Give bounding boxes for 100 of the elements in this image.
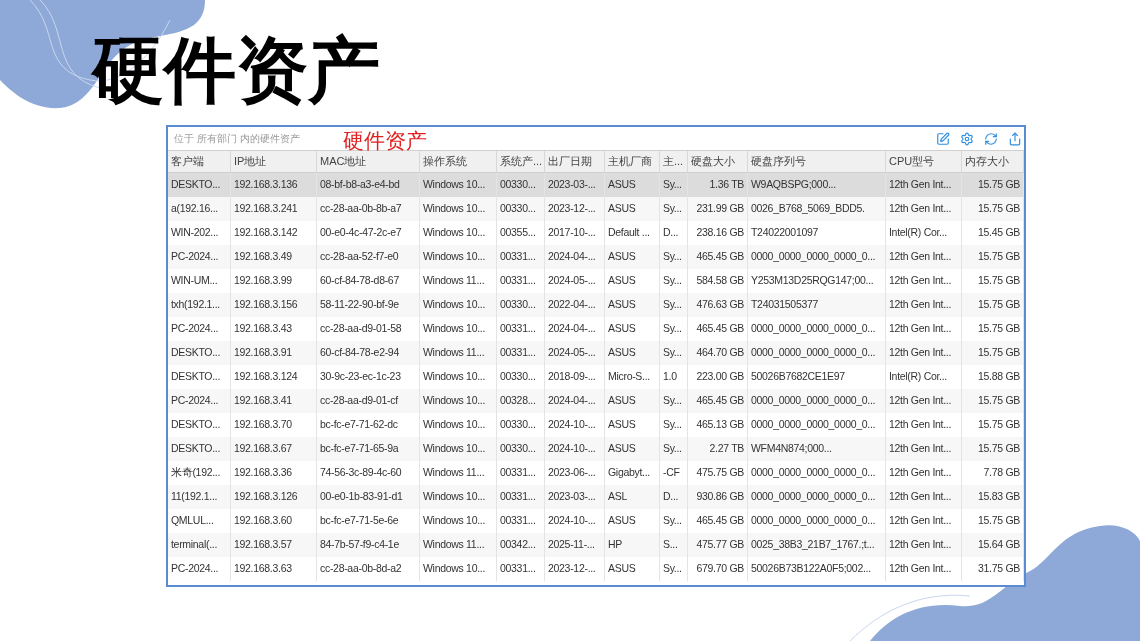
table-cell: Sy... <box>663 249 682 265</box>
column-header[interactable]: 系统产... <box>497 151 545 172</box>
table-cell: Sy... <box>663 345 682 361</box>
table-cell: 2023-06-... <box>548 465 596 481</box>
table-cell: 15.75 GB <box>978 345 1020 361</box>
column-header[interactable]: 客户端 <box>168 151 231 172</box>
column-header[interactable]: CPU型号 <box>886 151 962 172</box>
edit-icon[interactable] <box>936 131 950 146</box>
table-cell: 12th Gen Int... <box>889 441 952 457</box>
table-cell: 465.45 GB <box>696 321 744 337</box>
table-cell: 2023-03-... <box>548 177 596 193</box>
table-cell: 00330... <box>500 441 536 457</box>
table-row[interactable]: 米奇(192... 192.168.3.36 74-56-3c-89-4c-60 Windows 11... 00331... 2023-06-... Gigabyt... -CF 475.75 GB 0000_0000_0000_0000_0... 12th Gen Int... 7.78 GB <box>168 461 1024 485</box>
column-header[interactable]: 内存大小 <box>962 151 1024 172</box>
refresh-icon[interactable] <box>984 131 998 146</box>
table-row[interactable]: PC-2024... 192.168.3.41 cc-28-aa-d9-01-cf Windows 10... 00328... 2024-04-... ASUS Sy... 465.45 GB 0000_0000_0000_0000_0... 12th Gen Int... 15.75 GB <box>168 389 1024 413</box>
table-cell: 15.75 GB <box>978 513 1020 529</box>
share-icon[interactable] <box>1008 131 1022 146</box>
table-cell: 00331... <box>500 273 536 289</box>
table-cell: Windows 10... <box>423 513 486 529</box>
table-cell: Windows 10... <box>423 177 486 193</box>
table-cell: 0000_0000_0000_0000_0... <box>751 345 876 361</box>
table-cell: 15.75 GB <box>978 393 1020 409</box>
table-cell: 12th Gen Int... <box>889 201 952 217</box>
table-row[interactable]: PC-2024... 192.168.3.63 cc-28-aa-0b-8d-a2 Windows 10... 00331... 2023-12-... ASUS Sy... 679.70 GB 50026B73B122A0F5;002... 12th Gen Int... 31.75 GB <box>168 557 1024 581</box>
table-cell: 930.86 GB <box>696 489 744 505</box>
table-cell: 15.75 GB <box>978 297 1020 313</box>
table-row[interactable]: QMLUL... 192.168.3.60 bc-fc-e7-71-5e-6e Windows 10... 00331... 2024-10-... ASUS Sy... 465.45 GB 0000_0000_0000_0000_0... 12th Gen Int... 15.75 GB <box>168 509 1024 533</box>
table-cell: 2024-04-... <box>548 393 596 409</box>
table-cell: Windows 10... <box>423 441 486 457</box>
column-header[interactable]: 硬盘大小 <box>688 151 748 172</box>
table-cell: bc-fc-e7-71-5e-6e <box>320 513 399 529</box>
table-cell: 238.16 GB <box>696 225 744 241</box>
table-row[interactable]: WIN-UM... 192.168.3.99 60-cf-84-78-d8-67 Windows 11... 00331... 2024-05-... ASUS Sy... 584.58 GB Y253M13D25RQG147;00... 12th Gen Int... 15.75 GB <box>168 269 1024 293</box>
table-cell: PC-2024... <box>171 561 219 577</box>
table-cell: Windows 10... <box>423 561 486 577</box>
table-cell: Windows 10... <box>423 297 486 313</box>
table-cell: 12th Gen Int... <box>889 393 952 409</box>
table-cell: bc-fc-e7-71-65-9a <box>320 441 399 457</box>
table-cell: DESKTO... <box>171 177 221 193</box>
table-cell: Default ... <box>608 225 650 241</box>
table-cell: PC-2024... <box>171 393 219 409</box>
table-cell: Intel(R) Cor... <box>889 225 947 241</box>
table-cell: 192.168.3.136 <box>234 177 298 193</box>
table-cell: ASUS <box>608 273 636 289</box>
table-cell: Sy... <box>663 417 682 433</box>
table-cell: 12th Gen Int... <box>889 417 952 433</box>
table-cell: 15.45 GB <box>978 225 1020 241</box>
table-cell: ASUS <box>608 417 636 433</box>
table-row[interactable]: a(192.16... 192.168.3.241 cc-28-aa-0b-8b-a7 Windows 10... 00330... 2023-12-... ASUS Sy... 231.99 GB 0026_B768_5069_BDD5. 12th Gen Int... 15.75 GB <box>168 197 1024 221</box>
table-cell: PC-2024... <box>171 321 219 337</box>
table-cell: 00328... <box>500 393 536 409</box>
column-header[interactable]: 出厂日期 <box>545 151 605 172</box>
table-cell: 12th Gen Int... <box>889 321 952 337</box>
table-row[interactable]: DESKTO... 192.168.3.124 30-9c-23-ec-1c-23 Windows 10... 00330... 2018-09-... Micro-S... 1.0 223.00 GB 50026B7682CE1E97 Intel(R) Cor... 15.88 GB <box>168 365 1024 389</box>
table-cell: ASUS <box>608 393 636 409</box>
table-row[interactable]: WIN-202... 192.168.3.142 00-e0-4c-47-2c-e7 Windows 10... 00355... 2017-10-... Default ... D... 238.16 GB T24022001097 Intel(R) Cor... 15.45 GB <box>168 221 1024 245</box>
table-row[interactable]: DESKTO... 192.168.3.91 60-cf-84-78-e2-94 Windows 11... 00331... 2024-05-... ASUS Sy... 464.70 GB 0000_0000_0000_0000_0... 12th Gen Int... 15.75 GB <box>168 341 1024 365</box>
table-cell: 2025-11-... <box>548 537 595 553</box>
table-cell: 12th Gen Int... <box>889 465 952 481</box>
table-row[interactable]: PC-2024... 192.168.3.43 cc-28-aa-d9-01-58 Windows 10... 00331... 2024-04-... ASUS Sy... 465.45 GB 0000_0000_0000_0000_0... 12th Gen Int... 15.75 GB <box>168 317 1024 341</box>
table-cell: 192.168.3.67 <box>234 441 292 457</box>
table-cell: DESKTO... <box>171 369 221 385</box>
table-cell: 00331... <box>500 465 536 481</box>
table-row[interactable]: txh(192.1... 192.168.3.156 58-11-22-90-bf-9e Windows 10... 00330... 2022-04-... ASUS Sy... 476.63 GB T24031505377 12th Gen Int... 15.75 GB <box>168 293 1024 317</box>
table-cell: 00331... <box>500 513 536 529</box>
table-cell: 192.168.3.91 <box>234 345 292 361</box>
table-cell: Windows 10... <box>423 321 486 337</box>
table-cell: 31.75 GB <box>978 561 1020 577</box>
settings-icon[interactable] <box>960 131 974 146</box>
table-cell: 12th Gen Int... <box>889 177 952 193</box>
column-header[interactable]: MAC地址 <box>317 151 420 172</box>
column-header[interactable]: 硬盘序列号 <box>748 151 886 172</box>
table-cell: Windows 10... <box>423 225 486 241</box>
table-cell: Sy... <box>663 321 682 337</box>
table-row[interactable]: 11(192.1... 192.168.3.126 00-e0-1b-83-91-d1 Windows 10... 00331... 2023-03-... ASL D... 930.86 GB 0000_0000_0000_0000_0... 12th Gen Int... 15.83 GB <box>168 485 1024 509</box>
table-cell: 0000_0000_0000_0000_0... <box>751 321 876 337</box>
column-header[interactable]: 主机厂商 <box>605 151 660 172</box>
table-cell: 192.168.3.126 <box>234 489 298 505</box>
table-cell: ASUS <box>608 321 636 337</box>
table-cell: cc-28-aa-d9-01-58 <box>320 321 402 337</box>
table-cell: 84-7b-57-f9-c4-1e <box>320 537 399 553</box>
table-cell: 2.27 TB <box>709 441 744 457</box>
column-header[interactable]: IP地址 <box>231 151 317 172</box>
table-cell: 0000_0000_0000_0000_0... <box>751 393 876 409</box>
table-row[interactable]: DESKTO... 192.168.3.67 bc-fc-e7-71-65-9a Windows 10... 00330... 2024-10-... ASUS Sy... 2.27 TB WFM4N874;000... 12th Gen Int... 15.75 GB <box>168 437 1024 461</box>
table-cell: 192.168.3.241 <box>234 201 298 217</box>
table-row[interactable]: PC-2024... 192.168.3.49 cc-28-aa-52-f7-e0 Windows 10... 00331... 2024-04-... ASUS Sy... 465.45 GB 0000_0000_0000_0000_0... 12th Gen Int... 15.75 GB <box>168 245 1024 269</box>
table-cell: 00331... <box>500 249 536 265</box>
table-cell: 15.75 GB <box>978 417 1020 433</box>
table-cell: Sy... <box>663 297 682 313</box>
table-cell: 2023-03-... <box>548 489 596 505</box>
table-cell: Intel(R) Cor... <box>889 369 947 385</box>
column-header[interactable]: 操作系统 <box>420 151 497 172</box>
table-cell: ASUS <box>608 201 636 217</box>
column-header[interactable]: 主... <box>660 151 688 172</box>
table-cell: 12th Gen Int... <box>889 297 952 313</box>
table-row[interactable]: terminal(... 192.168.3.57 84-7b-57-f9-c4-1e Windows 11... 00342... 2025-11-... HP S... 475.77 GB 0025_38B3_21B7_1767.;t... 12th Gen Int... 15.64 GB <box>168 533 1024 557</box>
table-row[interactable]: DESKTO... 192.168.3.136 08-bf-b8-a3-e4-bd Windows 10... 00330... 2023-03-... ASUS Sy... 1.36 TB W9AQBSPG;000... 12th Gen Int... 15.75 GB <box>168 173 1024 197</box>
table-row[interactable]: DESKTO... 192.168.3.70 bc-fc-e7-71-62-dc Windows 10... 00330... 2024-10-... ASUS Sy... 465.13 GB 0000_0000_0000_0000_0... 12th Gen Int... 15.75 GB <box>168 413 1024 437</box>
